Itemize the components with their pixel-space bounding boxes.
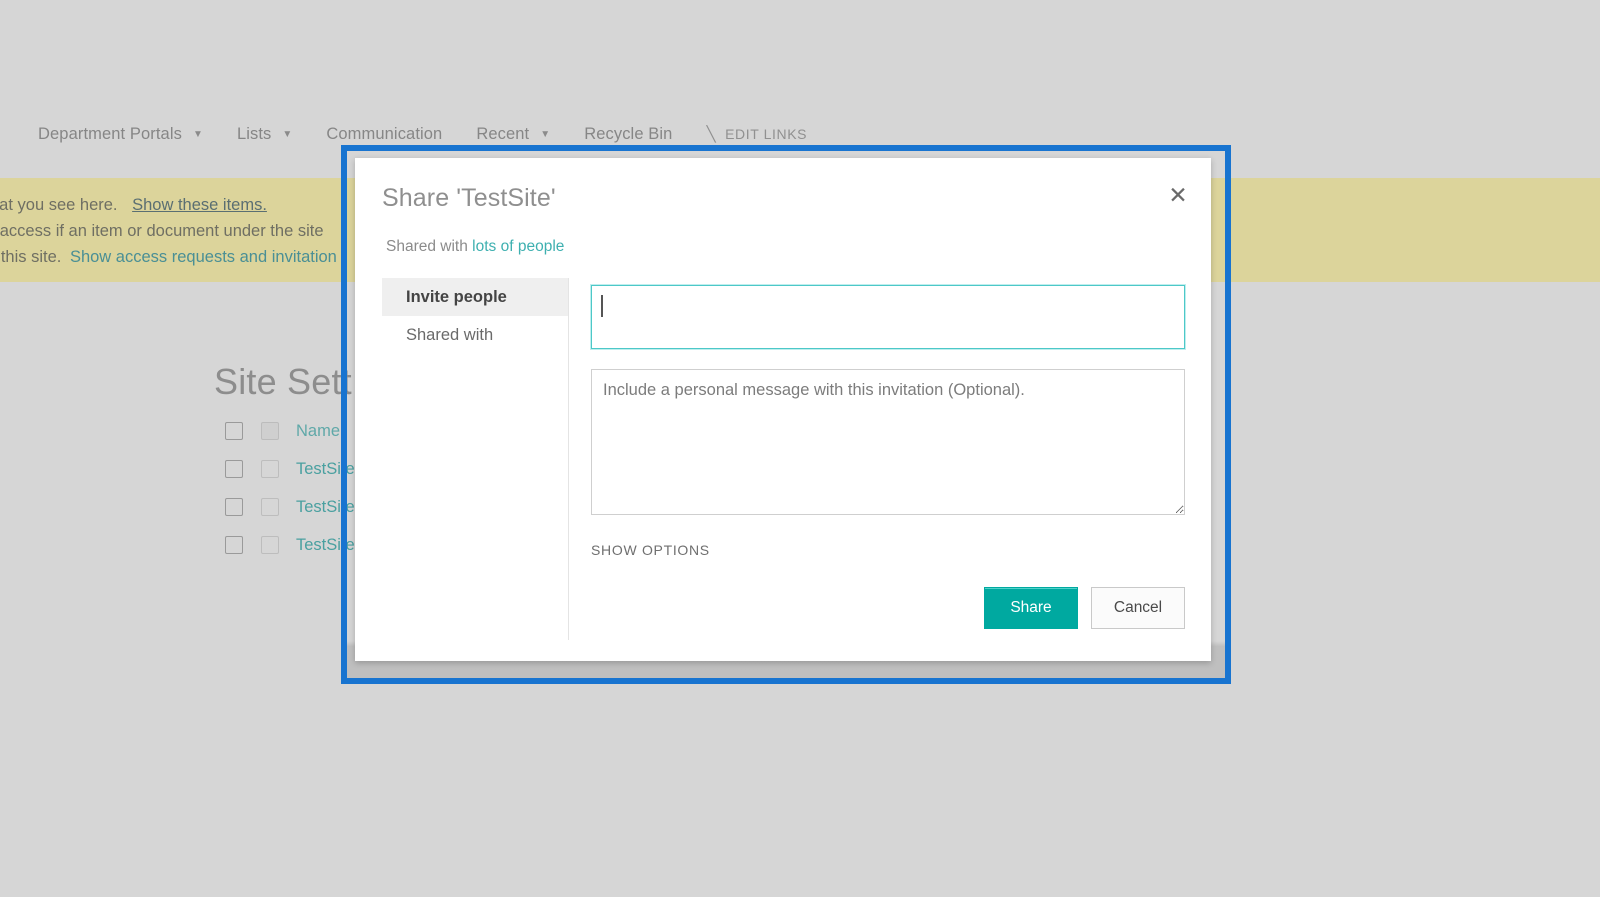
tab-invite-people[interactable]: Invite people [382, 278, 568, 316]
shared-with-prefix: Shared with [386, 238, 468, 255]
row-type-icon [261, 498, 279, 516]
row-checkbox[interactable] [225, 460, 243, 478]
edit-links-label: EDIT LINKS [725, 126, 808, 142]
dialog-title: Share 'TestSite' [382, 184, 556, 212]
select-all-checkbox[interactable] [225, 422, 243, 440]
nav-item-label: Department Portals [38, 124, 182, 143]
share-button[interactable]: Share [984, 587, 1078, 629]
share-dialog: Share 'TestSite' ✕ Shared with lots of p… [355, 158, 1211, 661]
row-checkbox[interactable] [225, 536, 243, 554]
nav-item-department-portals[interactable]: Department Portals ▼ [38, 125, 203, 144]
page-title: Site Sett [214, 361, 352, 402]
type-column-icon [261, 422, 279, 440]
show-access-requests-link[interactable]: Show access requests and invitation [70, 248, 337, 266]
chevron-down-icon[interactable]: ▼ [540, 130, 550, 140]
nav-item-recycle-bin[interactable]: Recycle Bin [584, 125, 672, 144]
shared-with-summary: Shared with lots of people [386, 238, 564, 256]
edit-links-button[interactable]: ╱ EDIT LINKS [706, 125, 807, 143]
lots-of-people-link[interactable]: lots of people [472, 238, 564, 255]
close-icon[interactable]: ✕ [1163, 180, 1193, 210]
chevron-down-icon[interactable]: ▼ [282, 130, 292, 140]
show-these-items-link[interactable]: Show these items. [132, 196, 267, 214]
cancel-button[interactable]: Cancel [1091, 587, 1185, 629]
tab-label: Invite people [406, 287, 507, 306]
nav-item-recent[interactable]: Recent ▼ [476, 125, 550, 144]
tab-shared-with[interactable]: Shared with [382, 316, 568, 354]
row-checkbox[interactable] [225, 498, 243, 516]
nav-item-label: Recent [476, 124, 530, 143]
dialog-action-bar: Share Cancel [984, 587, 1185, 629]
nav-item-label: Communication [326, 124, 443, 143]
row-type-icon [261, 460, 279, 478]
column-header-name: Name [296, 421, 341, 440]
banner-line-1-text: hat you see here. [0, 196, 118, 214]
row-type-icon [261, 536, 279, 554]
pencil-icon: ╱ [706, 126, 717, 143]
dialog-side-nav: Invite people Shared with [382, 278, 569, 640]
nav-item-communication[interactable]: Communication [326, 125, 442, 144]
dialog-body: SHOW OPTIONS [590, 284, 1186, 560]
tab-label: Shared with [406, 325, 494, 344]
banner-line-3-text: s this site. [0, 248, 62, 266]
invite-people-input[interactable] [590, 284, 1186, 350]
show-options-link[interactable]: SHOW OPTIONS [591, 542, 710, 558]
nav-item-label: Lists [236, 124, 272, 143]
banner-line-2-text: d access if an item or document under th… [0, 222, 324, 240]
text-cursor [601, 295, 603, 317]
nav-item-label: Recycle Bin [584, 124, 673, 143]
personal-message-textarea[interactable] [591, 369, 1185, 515]
nav-item-lists[interactable]: Lists ▼ [237, 125, 292, 144]
chevron-down-icon[interactable]: ▼ [193, 130, 203, 140]
